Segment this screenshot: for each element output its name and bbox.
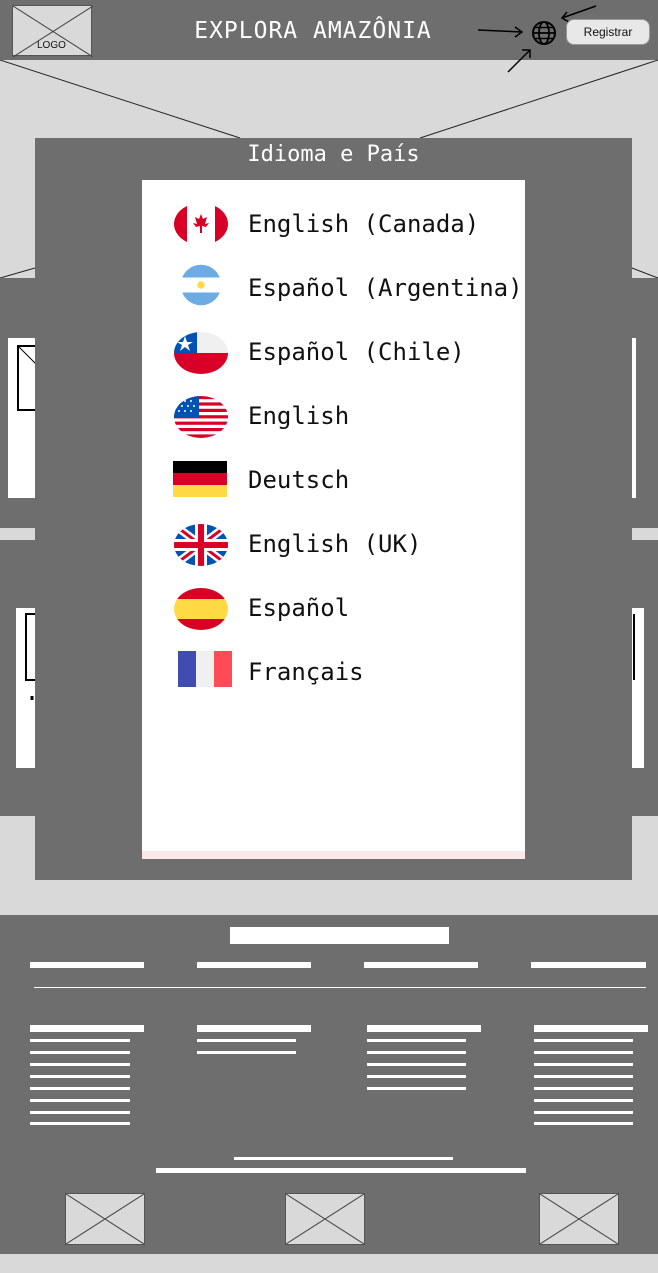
footer-text-line: [534, 1063, 633, 1066]
uk-flag-icon: [174, 524, 228, 566]
language-option-english-canada[interactable]: English (Canada): [142, 192, 525, 256]
image-placeholder-icon: [539, 1193, 619, 1245]
canada-flag-icon: [174, 203, 228, 245]
footer-text-line: [534, 1051, 633, 1054]
footer-text-line: [30, 1111, 130, 1114]
footer-text-line: [367, 1051, 466, 1054]
footer-text-line: [534, 1039, 633, 1042]
footer-title-placeholder: [230, 927, 449, 944]
content-card: [632, 338, 636, 498]
footer-divider: [34, 987, 646, 988]
language-label: Español: [248, 594, 350, 622]
language-option-espanol-argentina[interactable]: Español (Argentina): [142, 256, 525, 320]
panel-bottom-edge: [142, 851, 525, 859]
footer-text-line: [534, 1111, 633, 1114]
footer-text-line: [367, 1087, 466, 1090]
footer-text-line: [367, 1075, 466, 1078]
language-option-english-uk[interactable]: English (UK): [142, 512, 525, 576]
germany-flag-icon: [173, 461, 227, 497]
register-button[interactable]: Registrar: [566, 19, 650, 45]
logo-placeholder[interactable]: LOGO: [12, 5, 93, 57]
footer-column-heading: [197, 1025, 311, 1032]
language-label: English (UK): [248, 530, 422, 558]
footer-nav-link[interactable]: [364, 962, 478, 968]
footer-column-heading: [30, 1025, 144, 1032]
usa-flag-icon: [174, 396, 228, 438]
footer-text-line: [197, 1039, 296, 1042]
globe-icon[interactable]: [530, 19, 558, 47]
language-option-espanol[interactable]: Español: [142, 576, 525, 640]
language-label: Español (Argentina): [248, 274, 523, 302]
language-label: English (Canada): [248, 210, 480, 238]
language-label: Español (Chile): [248, 338, 465, 366]
footer-column-heading: [534, 1025, 648, 1032]
footer-image-placeholder[interactable]: [65, 1193, 145, 1245]
spain-flag-icon: [174, 588, 228, 630]
footer: [0, 915, 658, 1254]
footer-text-line: [30, 1122, 130, 1125]
logo-text: LOGO: [37, 40, 66, 51]
language-option-deutsch[interactable]: Deutsch: [142, 448, 525, 512]
footer-nav-link[interactable]: [531, 962, 646, 968]
footer-text-line: [534, 1087, 633, 1090]
footer-image-placeholder[interactable]: [539, 1193, 619, 1245]
image-placeholder-icon: [65, 1193, 145, 1245]
language-list: English (Canada) Español (Argentina) Esp…: [142, 180, 525, 859]
footer-text-line: [534, 1099, 633, 1102]
france-flag-icon: [178, 651, 232, 687]
language-label: English: [248, 402, 350, 430]
language-option-espanol-chile[interactable]: Español (Chile): [142, 320, 525, 384]
footer-text-line: [30, 1075, 130, 1078]
footer-column-heading: [367, 1025, 481, 1032]
footer-text-line: [30, 1039, 130, 1042]
footer-text-line: [30, 1063, 130, 1066]
footer-text-line: [30, 1051, 130, 1054]
footer-nav-link[interactable]: [197, 962, 311, 968]
language-option-francais[interactable]: Français: [142, 640, 525, 704]
image-placeholder-icon: [285, 1193, 365, 1245]
language-label: Deutsch: [248, 466, 350, 494]
site-title: EXPLORA AMAZÔNIA: [194, 18, 432, 44]
footer-text-line: [534, 1122, 633, 1125]
footer-text-line: [30, 1099, 130, 1102]
modal-title: Idioma e País: [247, 142, 420, 167]
footer-text-line: [30, 1087, 130, 1090]
footer-nav-link[interactable]: [30, 962, 144, 968]
footer-image-placeholder[interactable]: [285, 1193, 365, 1245]
footer-text-line: [234, 1157, 453, 1160]
footer-text-line: [534, 1075, 633, 1078]
argentina-flag-icon: [180, 264, 222, 306]
language-option-english[interactable]: English: [142, 384, 525, 448]
chile-flag-icon: [174, 332, 228, 374]
footer-text-line: [367, 1063, 466, 1066]
footer-text-line: [367, 1039, 466, 1042]
footer-text-line: [197, 1051, 296, 1054]
language-label: Français: [248, 658, 364, 686]
footer-text-line: [156, 1168, 526, 1173]
